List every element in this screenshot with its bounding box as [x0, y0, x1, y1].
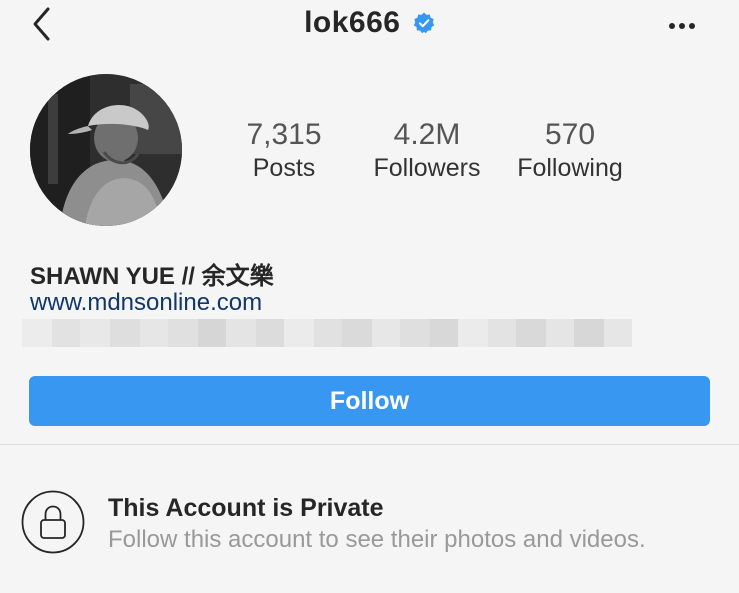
stat-label: Followers — [373, 154, 481, 182]
stat-following[interactable]: 570 Following — [509, 118, 631, 184]
stat-posts[interactable]: 7,315 Posts — [238, 118, 330, 184]
username-title: lok666 — [0, 6, 739, 40]
more-options-button[interactable] — [664, 16, 700, 36]
website-link[interactable]: www.mdnsonline.com — [30, 289, 262, 317]
private-account-title: This Account is Private — [108, 494, 384, 522]
avatar[interactable] — [30, 74, 182, 226]
stat-value: 570 — [544, 118, 596, 151]
follow-button[interactable]: Follow — [29, 376, 710, 426]
divider — [0, 444, 739, 445]
verified-badge-icon — [413, 12, 435, 34]
profile-header: lok666 — [0, 0, 739, 52]
blurred-bio-text — [22, 319, 632, 347]
stat-value: 4.2M — [393, 118, 461, 151]
stat-value: 7,315 — [246, 118, 322, 151]
lock-icon — [21, 490, 85, 554]
profile-photo — [30, 74, 182, 226]
profile-name: SHAWN YUE // 余文樂 — [30, 263, 274, 290]
stat-label: Posts — [252, 154, 316, 182]
more-dots-icon — [669, 23, 695, 29]
username: lok666 — [304, 6, 401, 39]
private-account-subtitle: Follow this account to see their photos … — [108, 526, 646, 553]
stat-label: Following — [517, 154, 623, 182]
stat-followers[interactable]: 4.2M Followers — [366, 118, 488, 184]
